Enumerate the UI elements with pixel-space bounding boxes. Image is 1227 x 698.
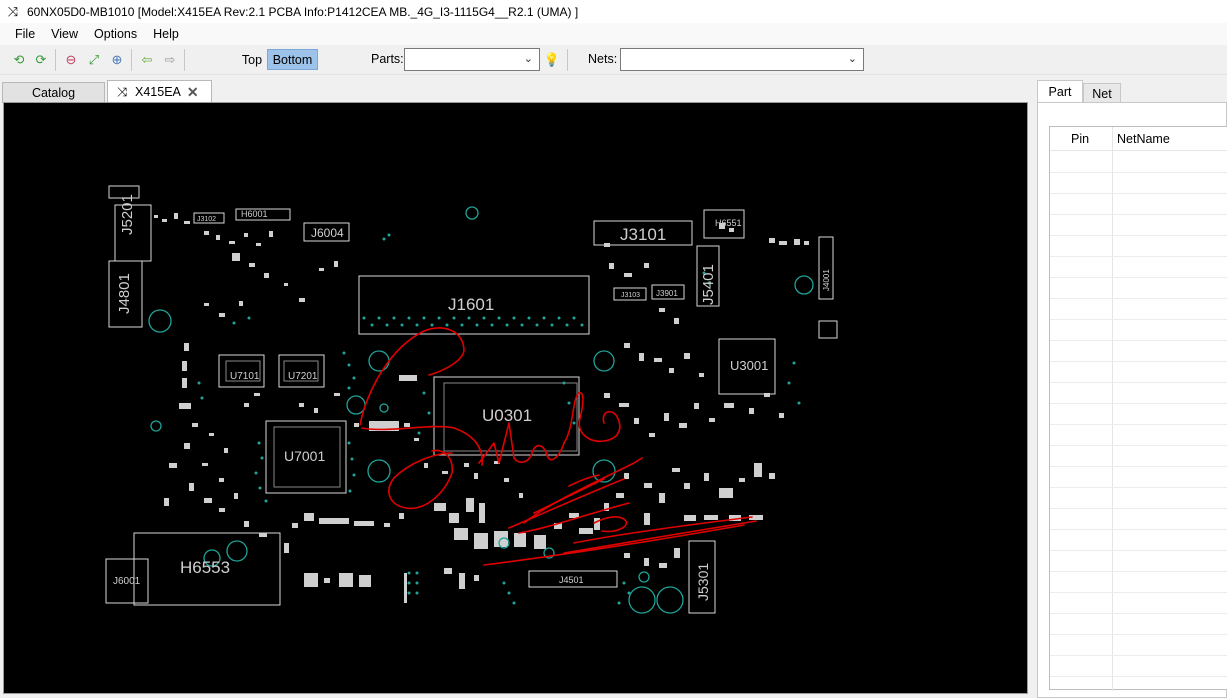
label-j4501: J4501 xyxy=(559,575,584,585)
toolbar-separator xyxy=(55,49,56,71)
tab-catalog[interactable]: Catalog xyxy=(2,82,105,103)
grid-header: Pin NetName xyxy=(1050,127,1227,151)
grid-row-line xyxy=(1050,613,1227,614)
grid-row-line xyxy=(1050,529,1227,530)
back-arrow-icon[interactable]: ⇦ xyxy=(138,51,156,69)
label-j4001: J4001 xyxy=(822,269,831,291)
right-panel: Part Net Pin NetName xyxy=(1032,75,1227,698)
label-j1601: J1601 xyxy=(448,295,494,314)
shuffle-icon: ⤨ xyxy=(7,3,19,19)
label-j5401: J5401 xyxy=(700,264,717,305)
grid-row-line xyxy=(1050,235,1227,236)
pin-netname-grid[interactable]: Pin NetName xyxy=(1049,126,1227,691)
board-outline xyxy=(105,185,838,614)
grid-row-line xyxy=(1050,361,1227,362)
column-divider xyxy=(1112,127,1113,691)
bottom-layer-button[interactable]: Bottom xyxy=(267,49,318,70)
grid-row-line xyxy=(1050,172,1227,173)
label-u3001: U3001 xyxy=(730,358,768,373)
zoom-in-icon[interactable]: ⊕ xyxy=(108,51,126,69)
label-j6004: J6004 xyxy=(311,226,344,240)
board-canvas[interactable]: J5201 J4801 H6001 J6004 J1601 J3101 H655… xyxy=(3,102,1028,694)
close-icon[interactable]: ✕ xyxy=(187,84,199,101)
part-tab-body: Pin NetName xyxy=(1037,102,1227,698)
grid-row-line xyxy=(1050,193,1227,194)
label-j6001: J6001 xyxy=(113,576,141,587)
tab-catalog-label: Catalog xyxy=(31,86,76,100)
column-netname[interactable]: NetName xyxy=(1117,132,1170,146)
lightbulb-icon[interactable]: 💡 xyxy=(543,51,561,69)
menu-help[interactable]: Help xyxy=(145,27,187,41)
shuffle-icon: ⤨ xyxy=(117,84,128,99)
label-j3101: J3101 xyxy=(620,225,666,244)
tab-part-label: Part xyxy=(1048,85,1072,99)
toolbar-separator xyxy=(131,49,132,71)
label-j4801: J4801 xyxy=(116,273,133,314)
label-h6001: H6001 xyxy=(241,209,268,219)
tab-board-label: X415EA xyxy=(135,85,181,99)
grid-row-line xyxy=(1050,298,1227,299)
rotate-right-icon[interactable]: ⟳ xyxy=(32,51,50,69)
grid-row-line xyxy=(1050,550,1227,551)
red-annotation-scribbles xyxy=(359,327,757,566)
label-u7201: U7201 xyxy=(288,371,318,382)
rotate-left-icon[interactable]: ⟲ xyxy=(10,51,28,69)
chevron-down-icon: ⌄ xyxy=(847,53,857,65)
grid-row-line xyxy=(1050,508,1227,509)
label-j5301: J5301 xyxy=(695,563,711,601)
menu-bar: File View Options Help xyxy=(0,23,1227,45)
grid-row-line xyxy=(1050,382,1227,383)
label-h6553: H6553 xyxy=(180,558,230,577)
component-labels: J5201 J4801 H6001 J6004 J1601 J3101 H655… xyxy=(113,194,831,601)
label-j3103: J3103 xyxy=(621,292,640,299)
grid-row-line xyxy=(1050,571,1227,572)
tab-part[interactable]: Part xyxy=(1037,80,1083,103)
grid-row-line xyxy=(1050,319,1227,320)
grid-row-line xyxy=(1050,445,1227,446)
grid-row-line xyxy=(1050,487,1227,488)
grid-row-line xyxy=(1050,214,1227,215)
tab-board[interactable]: ⤨ X415EA ✕ xyxy=(107,80,212,103)
window-title: 60NX05D0-MB1010 [Model:X415EA Rev:2.1 PC… xyxy=(27,4,579,19)
label-j5201: J5201 xyxy=(119,194,136,235)
grid-row-line xyxy=(1050,676,1227,677)
parts-label: Parts: xyxy=(371,52,404,66)
label-u7101: U7101 xyxy=(230,371,260,382)
menu-options[interactable]: Options xyxy=(86,27,145,41)
parts-dropdown[interactable]: ⌄ xyxy=(404,48,540,71)
top-layer-button[interactable]: Top xyxy=(238,49,266,70)
fit-screen-icon[interactable]: ⤢ xyxy=(85,51,103,69)
nets-dropdown[interactable]: ⌄ xyxy=(620,48,864,71)
label-j3901: J3901 xyxy=(656,289,678,298)
grid-row-line xyxy=(1050,277,1227,278)
column-pin[interactable]: Pin xyxy=(1071,132,1089,146)
nets-label: Nets: xyxy=(588,52,618,66)
grid-row-line xyxy=(1050,655,1227,656)
title-bar: ⤨ 60NX05D0-MB1010 [Model:X415EA Rev:2.1 … xyxy=(0,0,1227,23)
toolbar-separator xyxy=(567,49,568,71)
toolbar: ⟲ ⟳ ⊖ ⤢ ⊕ ⇦ ⇨ Top Bottom Parts: ⌄ 💡 Nets… xyxy=(0,45,1227,75)
label-u0301: U0301 xyxy=(482,406,532,425)
menu-view[interactable]: View xyxy=(43,27,86,41)
grid-row-line xyxy=(1050,592,1227,593)
tab-net-label: Net xyxy=(1092,87,1112,101)
label-j3102: J3102 xyxy=(197,216,216,223)
grid-row-line xyxy=(1050,634,1227,635)
grid-row-line xyxy=(1050,424,1227,425)
label-u7001: U7001 xyxy=(284,448,325,464)
grid-row-line xyxy=(1050,340,1227,341)
tab-net[interactable]: Net xyxy=(1083,83,1121,104)
zoom-out-icon[interactable]: ⊖ xyxy=(62,51,80,69)
document-tabs: Catalog ⤨ X415EA ✕ xyxy=(0,80,1032,103)
grid-row-line xyxy=(1050,403,1227,404)
forward-arrow-icon[interactable]: ⇨ xyxy=(161,51,179,69)
label-h6551: H6551 xyxy=(715,218,742,228)
grid-row-line xyxy=(1050,256,1227,257)
toolbar-separator xyxy=(184,49,185,71)
chevron-down-icon: ⌄ xyxy=(523,53,533,65)
grid-row-line xyxy=(1050,466,1227,467)
menu-file[interactable]: File xyxy=(7,27,43,41)
